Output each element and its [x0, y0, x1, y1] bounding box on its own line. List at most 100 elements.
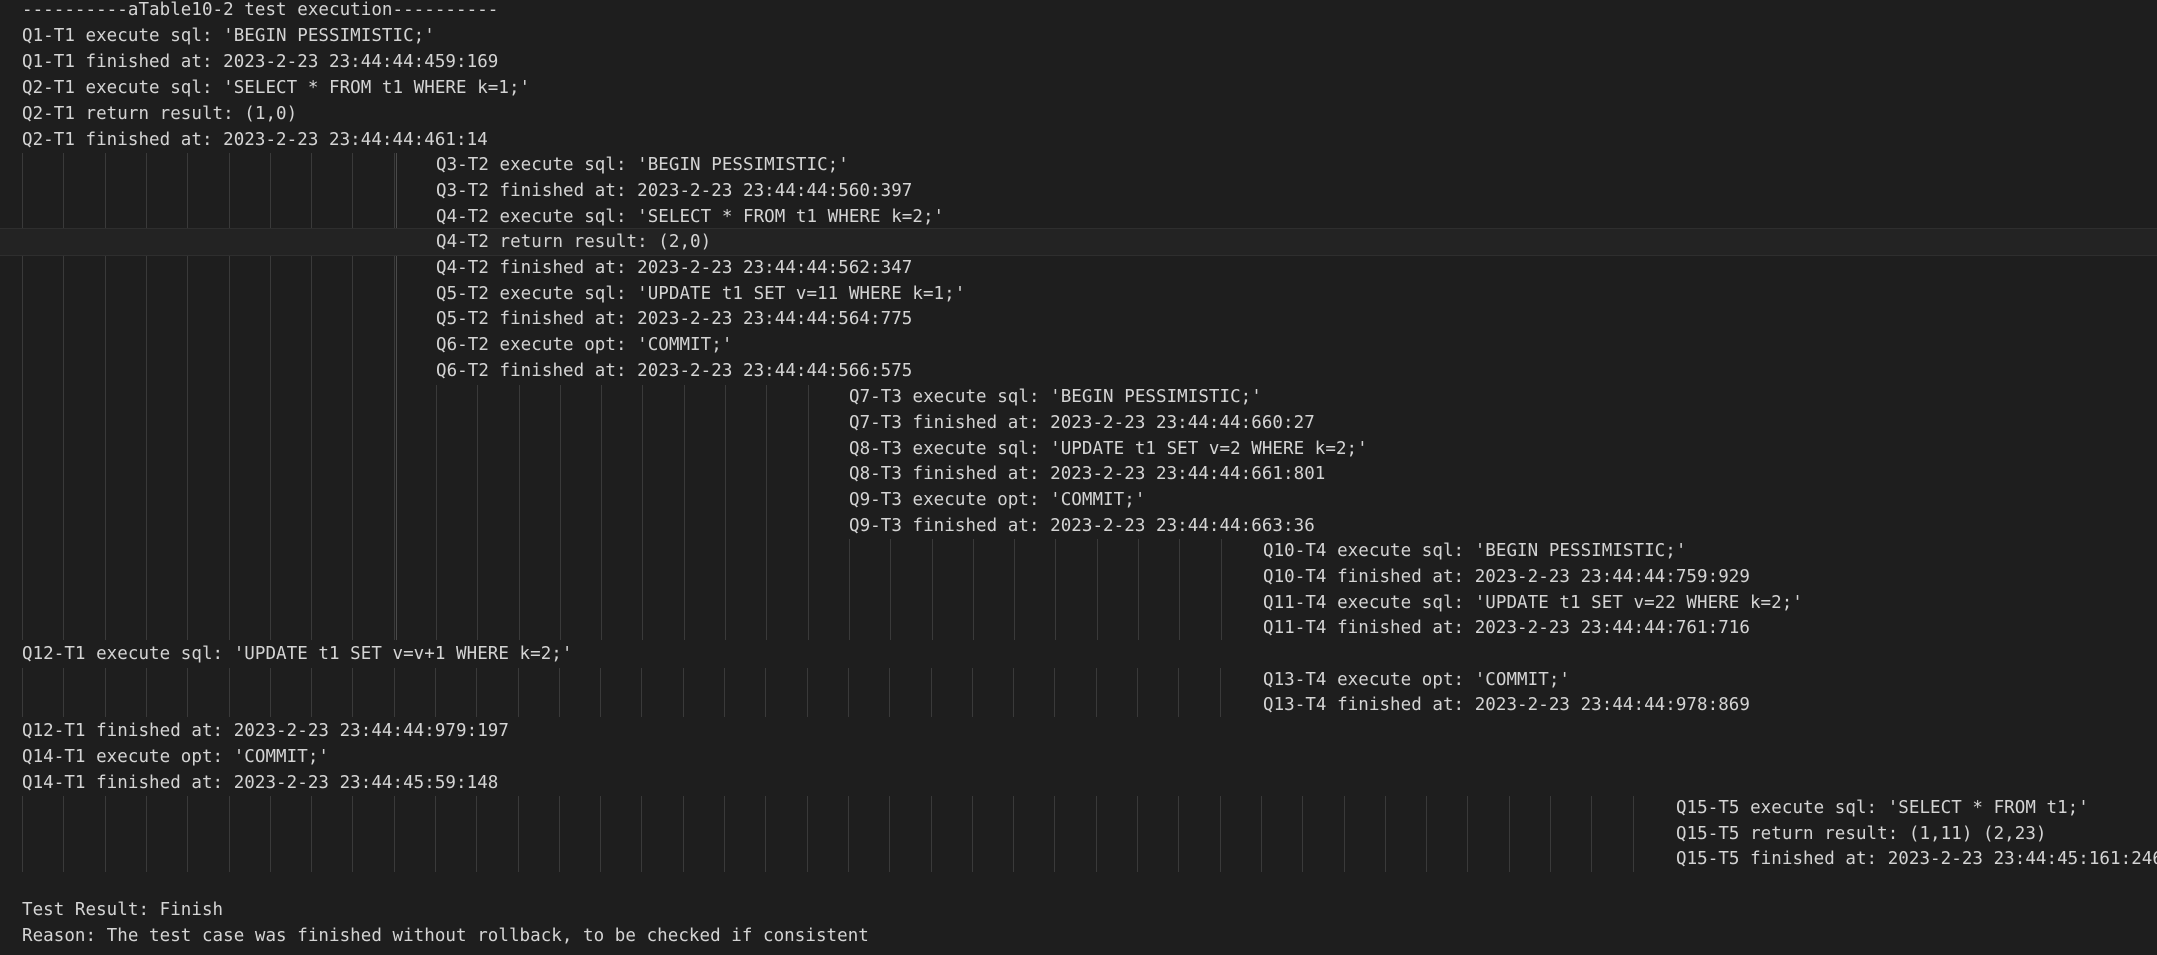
indent-guide — [724, 668, 725, 717]
indent-guide — [435, 668, 436, 717]
log-line: Q13-T4 finished at: 2023-2-23 23:44:44:9… — [1263, 695, 1750, 715]
indent-guide — [1013, 668, 1014, 717]
indent-guide — [601, 385, 602, 640]
indent-guide — [311, 668, 312, 717]
log-line: Q15-T5 finished at: 2023-2-23 23:44:45:1… — [1676, 849, 2157, 869]
indent-guide — [1509, 796, 1510, 872]
indent-guide — [270, 796, 271, 872]
indent-guide — [1261, 796, 1262, 872]
indent-guide — [394, 668, 395, 717]
indent-guide — [1220, 796, 1221, 872]
log-line: Q4-T2 return result: (2,0) — [436, 232, 712, 252]
indent-guide — [683, 796, 684, 872]
indent-guide — [807, 796, 808, 872]
test-reason: Reason: The test case was finished witho… — [22, 926, 869, 946]
log-line: Q6-T2 finished at: 2023-2-23 23:44:44:56… — [436, 361, 913, 381]
indent-guide — [518, 796, 519, 872]
indent-guide — [63, 796, 64, 872]
indent-guide — [1344, 796, 1345, 872]
indent-guide — [641, 668, 642, 717]
indent-guide — [394, 153, 395, 640]
indent-guide — [518, 668, 519, 717]
indent-guide — [931, 668, 932, 717]
log-line: Q12-T1 execute sql: 'UPDATE t1 SET v=v+1… — [22, 644, 573, 664]
log-line: Q10-T4 execute sql: 'BEGIN PESSIMISTIC;' — [1263, 541, 1687, 561]
indent-guide — [229, 153, 230, 640]
indent-guide — [311, 796, 312, 872]
indent-guide — [889, 668, 890, 717]
log-line: Q5-T2 finished at: 2023-2-23 23:44:44:56… — [436, 309, 913, 329]
indent-guide — [725, 385, 726, 640]
indent-guide — [684, 385, 685, 640]
indent-guide — [600, 668, 601, 717]
indent-guide — [476, 668, 477, 717]
indent-guide — [146, 668, 147, 717]
execution-header: ----------aTable10-2 test execution-----… — [22, 0, 499, 20]
indent-guide — [1014, 539, 1015, 640]
indent-guide — [477, 385, 478, 640]
log-line: Q6-T2 execute opt: 'COMMIT;' — [436, 335, 733, 355]
indent-guide — [1385, 796, 1386, 872]
indent-guide — [22, 668, 23, 717]
log-line: Q1-T1 execute sql: 'BEGIN PESSIMISTIC;' — [22, 26, 435, 46]
log-line: Q2-T1 finished at: 2023-2-23 23:44:44:46… — [22, 130, 488, 150]
indent-guide — [890, 539, 891, 640]
indent-guide — [1096, 796, 1097, 872]
indent-guide — [352, 796, 353, 872]
indent-guide — [765, 796, 766, 872]
test-result: Test Result: Finish — [22, 900, 224, 920]
indent-guide — [1302, 796, 1303, 872]
indent-guide — [270, 668, 271, 717]
indent-guide — [1054, 796, 1055, 872]
log-line: Q11-T4 finished at: 2023-2-23 23:44:44:7… — [1263, 618, 1750, 638]
log-line: Q10-T4 finished at: 2023-2-23 23:44:44:7… — [1263, 567, 1750, 587]
log-line: Q1-T1 finished at: 2023-2-23 23:44:44:45… — [22, 52, 499, 72]
indent-guide — [63, 153, 64, 640]
indent-guide — [1178, 796, 1179, 872]
indent-guide — [848, 796, 849, 872]
indent-guide — [187, 796, 188, 872]
indent-guide — [1137, 668, 1138, 717]
indent-guide — [229, 796, 230, 872]
indent-guide — [63, 668, 64, 717]
log-line: Q5-T2 execute sql: 'UPDATE t1 SET v=11 W… — [436, 284, 966, 304]
log-line: Q3-T2 execute sql: 'BEGIN PESSIMISTIC;' — [436, 155, 849, 175]
indent-guide — [808, 385, 809, 640]
indent-guide — [105, 796, 106, 872]
indent-guide — [765, 668, 766, 717]
indent-guide — [972, 796, 973, 872]
indent-guide — [1179, 539, 1180, 640]
indent-guide — [1054, 668, 1055, 717]
indent-guide — [1221, 539, 1222, 640]
log-line: Q9-T3 finished at: 2023-2-23 23:44:44:66… — [849, 516, 1315, 536]
indent-guide — [1220, 668, 1221, 717]
indent-guide — [105, 668, 106, 717]
indent-guide — [1138, 539, 1139, 640]
terminal-output: ----------aTable10-2 test execution-----… — [0, 0, 2157, 955]
cursor-line-highlight — [0, 228, 2157, 256]
indent-guide — [519, 385, 520, 640]
log-line: Q11-T4 execute sql: 'UPDATE t1 SET v=22 … — [1263, 593, 1803, 613]
indent-guide — [476, 796, 477, 872]
indent-guide — [849, 539, 850, 640]
indent-guide — [766, 385, 767, 640]
log-line: Q8-T3 execute sql: 'UPDATE t1 SET v=2 WH… — [849, 439, 1368, 459]
log-line: Q14-T1 finished at: 2023-2-23 23:44:45:5… — [22, 773, 499, 793]
indent-guide — [435, 796, 436, 872]
indent-guide — [1178, 668, 1179, 717]
indent-guide — [889, 796, 890, 872]
indent-guide — [22, 153, 23, 640]
indent-guide — [1137, 796, 1138, 872]
indent-guide — [352, 153, 353, 640]
indent-guide — [600, 796, 601, 872]
log-line: Q3-T2 finished at: 2023-2-23 23:44:44:56… — [436, 181, 913, 201]
log-line: Q2-T1 return result: (1,0) — [22, 104, 298, 124]
indent-guide — [724, 796, 725, 872]
log-line: Q12-T1 finished at: 2023-2-23 23:44:44:9… — [22, 721, 509, 741]
indent-guide — [1097, 539, 1098, 640]
indent-guide — [807, 668, 808, 717]
log-line: Q4-T2 finished at: 2023-2-23 23:44:44:56… — [436, 258, 913, 278]
log-line: Q15-T5 return result: (1,11) (2,23) — [1676, 824, 2047, 844]
indent-guide — [559, 668, 560, 717]
indent-guide — [1467, 796, 1468, 872]
